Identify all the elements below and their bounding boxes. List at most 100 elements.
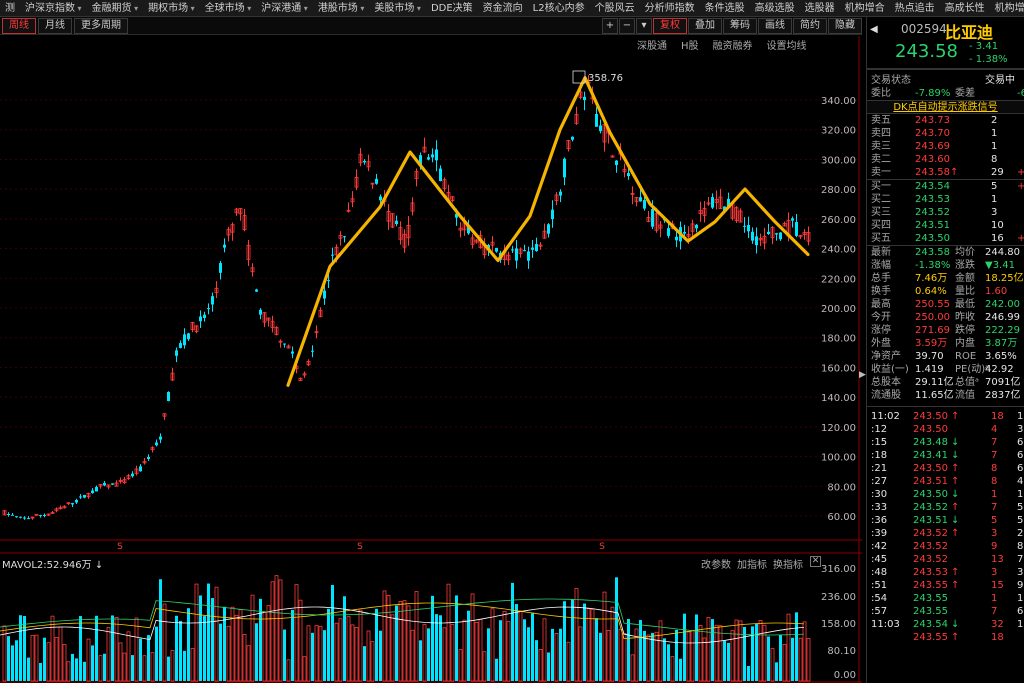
ask-level-row: 卖四 243.70 1 [871, 128, 998, 139]
candle-body [435, 149, 438, 161]
volume-bar [306, 625, 311, 682]
candle-body [155, 442, 158, 446]
volume-bar [274, 575, 279, 682]
candle-body [175, 350, 178, 356]
peak-price-label: 358.76 [588, 73, 623, 84]
y-tick-label: 300.00 [821, 155, 856, 166]
close-icon[interactable]: ✕ [810, 556, 821, 567]
candle-body [795, 222, 798, 236]
candle-body [551, 209, 554, 220]
volume-bar [502, 610, 507, 682]
dk-signal-banner[interactable]: DK点自动提示涨跌信号 [867, 100, 1024, 114]
quote-stat-row: 今开 250.00 昨收 246.99 [871, 312, 1020, 323]
candle-body [683, 231, 686, 234]
volume-tick-label: 316.00 [821, 564, 856, 575]
volume-bar [670, 656, 675, 682]
kline-chart[interactable]: 340.00 320.00 300.00 280.00 260.00 240.00 220.… [0, 0, 862, 683]
candle-body [183, 334, 186, 346]
candle-body [283, 343, 286, 345]
volume-bar [667, 644, 670, 681]
volume-bar [286, 659, 291, 682]
weibi-row: 委比 -7.89% 委差 -6 [871, 88, 1024, 99]
candle-body [667, 228, 670, 236]
candle-body [311, 350, 314, 352]
volume-bar [775, 662, 778, 681]
menu-item[interactable]: 高成长性 [940, 0, 990, 16]
volume-bar [402, 600, 407, 682]
volume-bar [683, 613, 686, 681]
volume-bar [706, 617, 711, 682]
volume-bar [314, 625, 319, 682]
volume-bar [15, 640, 18, 681]
candle-body [375, 178, 378, 184]
volume-bar [175, 615, 178, 681]
candle-body [71, 503, 74, 505]
add-indicator-button[interactable]: 加指标 [734, 556, 770, 571]
volume-bar [34, 634, 39, 682]
volume-bar [262, 611, 267, 682]
candle-body [547, 224, 550, 234]
candle-body [431, 154, 434, 158]
quote-stat-row: 涨幅 -1.38% 涨跌 ▼3.41 [871, 260, 1015, 271]
prev-stock-arrow-icon[interactable]: ◀ [870, 24, 878, 35]
candle-body [7, 513, 10, 515]
volume-bar [802, 621, 807, 682]
volume-bar [518, 610, 523, 682]
volume-bar [427, 628, 430, 681]
edit-params-button[interactable]: 改参数 [698, 556, 734, 571]
volume-bar [250, 594, 255, 682]
candle-body [223, 244, 226, 248]
candle-body [131, 473, 134, 477]
volume-bar [111, 615, 114, 681]
candle-body [675, 236, 678, 241]
volume-bar [422, 624, 427, 682]
volume-bar [515, 604, 518, 681]
candle-body [395, 220, 398, 225]
candle-body [331, 254, 334, 256]
volume-bar [395, 605, 398, 681]
candle-body [103, 483, 106, 486]
tick-row: :15 243.48 ↓ 7 6 [871, 437, 1024, 448]
candle-body [79, 496, 82, 498]
tick-row: :30 243.50 ↓ 1 1 [871, 489, 1024, 500]
volume-bar [758, 620, 763, 682]
volume-bar [506, 621, 511, 682]
menu-item[interactable]: 机构增 [990, 0, 1024, 16]
y-tick-label: 220.00 [821, 274, 856, 285]
candle-body [91, 490, 94, 494]
change-indicator-button[interactable]: 换指标 [770, 556, 806, 571]
price-change-pct: - 1.38% [969, 54, 1008, 65]
volume-bar [134, 617, 139, 682]
volume-bar [278, 579, 283, 682]
volume-bar [114, 617, 119, 682]
volume-bar [615, 577, 618, 681]
volume-bar [242, 634, 247, 682]
bid-level-row: 买三 243.52 3 [871, 207, 998, 218]
volume-bar [255, 623, 258, 681]
volume-bar [499, 620, 502, 681]
volume-bar [246, 645, 251, 682]
menu-item[interactable]: 热点追击 [890, 0, 940, 16]
volume-tick-label: 80.10 [827, 646, 856, 657]
volume-bar [39, 662, 42, 681]
volume-bar [302, 656, 307, 682]
volume-bar [727, 642, 730, 681]
volume-bar [442, 627, 447, 682]
candle-body [211, 296, 214, 305]
volume-bar [531, 613, 534, 681]
quote-stat-row: 净资产 39.70 ROE 3.65% [871, 351, 1017, 362]
volume-bar [331, 584, 334, 681]
candle-body [563, 158, 566, 178]
volume-bar [270, 581, 275, 682]
tick-row: 11:03243.54↓3218 [871, 619, 1024, 630]
y-tick-label: 200.00 [821, 304, 856, 315]
price-change: - 3.41 [969, 41, 999, 52]
volume-bar [398, 601, 403, 682]
volume-bar [755, 623, 758, 681]
volume-bar [194, 583, 199, 682]
volume-bar [482, 651, 487, 682]
volume-bar [563, 601, 566, 681]
collapse-panel-chevron-icon[interactable]: ▶ [859, 360, 866, 390]
candle-body [751, 231, 754, 241]
volume-bar [11, 645, 14, 681]
